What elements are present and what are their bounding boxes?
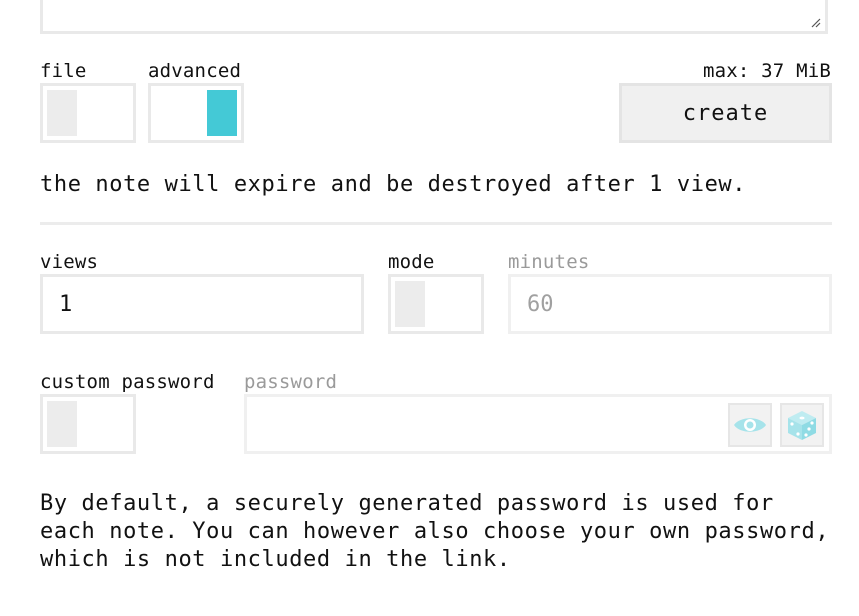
dice-icon — [788, 411, 816, 440]
password-help-text: By default, a securely generated passwor… — [40, 491, 830, 572]
note-textarea[interactable] — [40, 0, 828, 34]
file-toggle-knob — [47, 90, 77, 136]
eye-icon — [734, 418, 766, 432]
advanced-toggle[interactable] — [148, 83, 244, 143]
generate-password-button[interactable] — [780, 403, 824, 447]
custom-password-toggle-knob — [47, 401, 77, 447]
mode-toggle-knob — [395, 281, 425, 327]
max-size-label: max: 37 MiB — [702, 60, 831, 82]
minutes-label: minutes — [508, 251, 590, 273]
views-label: views — [40, 251, 99, 273]
mode-label: mode — [388, 251, 435, 273]
file-label: file — [40, 60, 87, 82]
file-toggle[interactable] — [40, 83, 136, 143]
views-input[interactable] — [40, 274, 364, 334]
show-password-button[interactable] — [728, 403, 772, 447]
custom-password-toggle[interactable] — [40, 394, 136, 454]
resize-grip-icon[interactable] — [811, 18, 821, 28]
minutes-input[interactable] — [508, 274, 832, 334]
mode-toggle[interactable] — [388, 274, 484, 334]
advanced-label: advanced — [148, 60, 242, 82]
expire-message: the note will expire and be destroyed af… — [40, 172, 747, 197]
divider — [40, 222, 832, 225]
custom-password-label: custom password — [40, 371, 215, 393]
password-label: password — [244, 371, 338, 393]
create-button[interactable]: create — [619, 83, 832, 143]
advanced-toggle-knob — [207, 90, 237, 136]
